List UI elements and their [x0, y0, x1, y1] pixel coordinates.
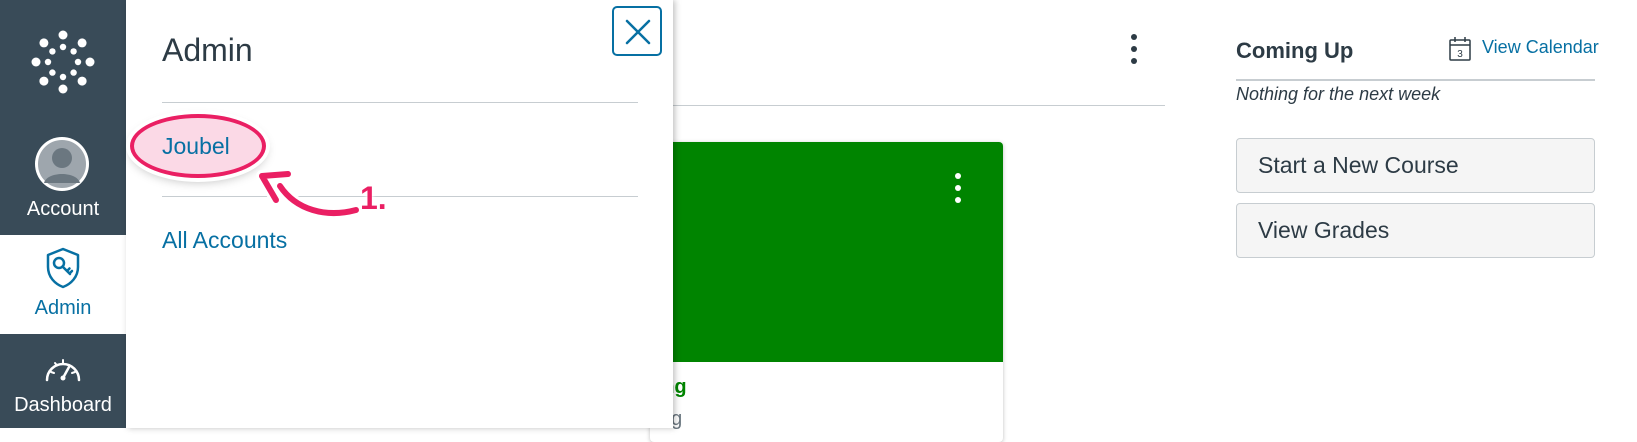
account-link-joubel[interactable]: Joubel	[162, 133, 230, 160]
course-options-kebab-icon[interactable]	[953, 173, 963, 209]
shield-key-icon	[46, 247, 80, 289]
annotation-arrow-icon	[256, 168, 362, 219]
view-calendar-label: View Calendar	[1482, 37, 1599, 57]
course-card-hero[interactable]	[650, 142, 1003, 362]
admin-tray: Admin Joubel All Accounts 1.	[126, 0, 673, 428]
nav-item-dashboard[interactable]: Dashboard	[0, 334, 126, 428]
nav-item-account[interactable]: Account	[0, 125, 126, 235]
view-grades-button[interactable]: View Grades	[1236, 203, 1595, 258]
canvas-logo-icon[interactable]	[0, 0, 126, 125]
nav-item-admin[interactable]: Admin	[0, 235, 126, 334]
tray-title: Admin	[162, 32, 253, 68]
start-new-course-button[interactable]: Start a New Course	[1236, 138, 1595, 193]
dashboard-options-kebab-icon[interactable]	[1128, 34, 1140, 70]
speedometer-icon	[45, 359, 81, 382]
close-tray-button[interactable]	[612, 6, 662, 56]
calendar-icon-day: 3	[1457, 49, 1463, 60]
avatar-icon	[35, 137, 89, 191]
coming-up-divider	[1236, 79, 1595, 81]
header-divider	[640, 105, 1165, 106]
annotation-step-label: 1.	[360, 180, 387, 216]
nav-item-label: Admin	[34, 297, 92, 319]
course-card[interactable]: ting ting	[650, 142, 1003, 442]
global-nav: Account Admin Dashboard	[0, 0, 126, 428]
account-link-all-accounts[interactable]: All Accounts	[162, 227, 287, 254]
calendar-icon: 3	[1449, 37, 1471, 61]
tray-divider	[162, 196, 638, 197]
empty-state-text: Nothing for the next week	[1236, 84, 1441, 104]
close-icon	[625, 19, 651, 45]
tray-divider	[162, 102, 638, 103]
coming-up-heading: Coming Up	[1236, 38, 1354, 63]
nav-item-label: Dashboard	[14, 394, 112, 416]
nav-item-label: Account	[26, 198, 100, 220]
